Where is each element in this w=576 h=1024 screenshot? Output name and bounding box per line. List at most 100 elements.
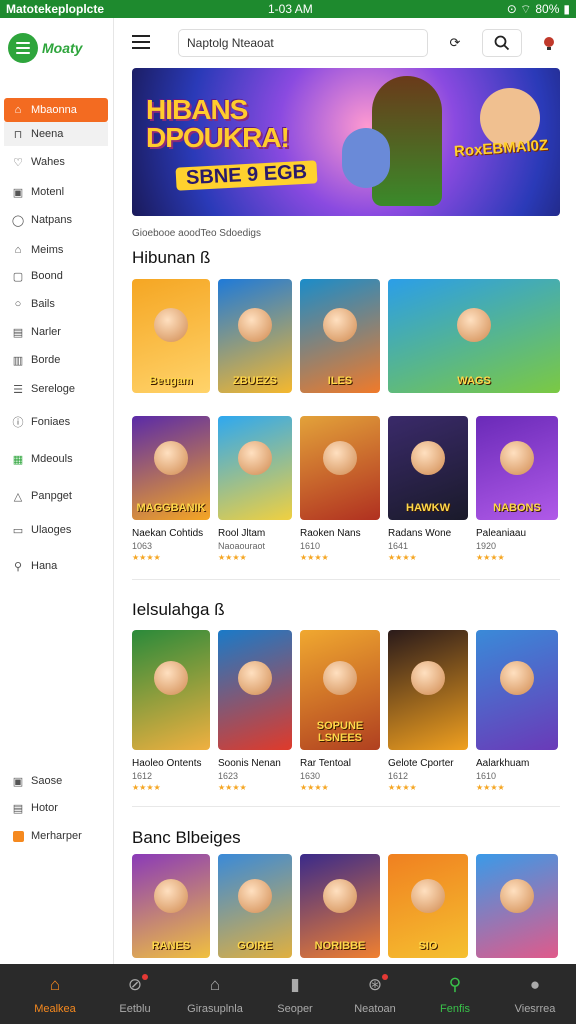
game-tile[interactable] bbox=[476, 854, 558, 958]
game-tile[interactable] bbox=[218, 416, 292, 520]
game-tile[interactable]: SOPUNE LSNEES bbox=[300, 630, 380, 750]
sidebar-item[interactable]: ▤ Narler bbox=[4, 320, 108, 344]
game-tile[interactable]: GOIRE bbox=[218, 854, 292, 958]
sidebar-item[interactable]: ▣ Motenl bbox=[4, 180, 108, 204]
game-tile[interactable]: Beugam bbox=[132, 279, 210, 393]
game-tile[interactable] bbox=[218, 630, 292, 750]
bottom-nav-label: Mealkea bbox=[34, 1003, 76, 1015]
sidebar-item[interactable]: ▤ Hotor bbox=[4, 796, 108, 820]
sidebar-item[interactable]: ☰ Sereloge bbox=[4, 377, 108, 401]
sidebar-item[interactable]: ▥ Borde bbox=[4, 348, 108, 372]
bottom-nav-item[interactable]: ⊘ Eetblu bbox=[94, 964, 176, 1024]
game-subtitle: 1610 bbox=[476, 771, 497, 781]
game-tile-label: ZBUEZS bbox=[233, 375, 277, 387]
game-tile-label: ILES bbox=[327, 375, 353, 387]
game-tile[interactable] bbox=[476, 630, 558, 750]
refresh-icon[interactable]: ⟳ bbox=[438, 29, 472, 57]
game-title[interactable]: Haoleo Ontents bbox=[132, 758, 202, 770]
home-icon: ⌂ bbox=[14, 104, 22, 116]
game-title[interactable]: Paleaniaau bbox=[476, 528, 526, 540]
game-tile-label: RANES bbox=[151, 940, 191, 952]
game-title[interactable]: Aalarkhuam bbox=[476, 758, 529, 770]
game-meta: Rool Jltam Naoaouraot ★★★★ bbox=[218, 528, 265, 564]
sidebar-item[interactable]: ▣ Saose bbox=[4, 769, 108, 793]
game-meta: Aalarkhuam 1610 ★★★★ bbox=[476, 758, 529, 794]
game-tile[interactable]: ILES bbox=[300, 279, 380, 393]
game-title[interactable]: Radans Wone bbox=[388, 528, 451, 540]
sidebar-item[interactable]: ⌂ Mbaonna bbox=[4, 98, 108, 122]
game-tile[interactable] bbox=[132, 630, 210, 750]
sidebar-item[interactable]: ◯ Natpans bbox=[4, 208, 108, 232]
game-meta: Soonis Nenan 1623 ★★★★ bbox=[218, 758, 281, 794]
document-icon: ▤ bbox=[12, 326, 24, 339]
sidebar: Moaty ⌂ Mbaonna ⊓ Neena ♡ Wahes ▣ Motenl ◯ Natpan… bbox=[0, 18, 114, 964]
game-tile[interactable]: WAGS bbox=[388, 279, 560, 393]
search-input[interactable]: Naptolg Nteaoat bbox=[178, 29, 428, 57]
rating-stars: ★★★★ bbox=[476, 553, 505, 562]
game-tile-label: SOPUNE LSNEES bbox=[316, 720, 364, 744]
rating-stars: ★★★★ bbox=[218, 553, 247, 562]
sidebar-item[interactable]: ⊓ Neena bbox=[4, 122, 108, 146]
search-icon[interactable] bbox=[482, 29, 522, 57]
game-tile[interactable]: NABONS bbox=[476, 416, 558, 520]
game-subtitle: 1063 bbox=[132, 541, 153, 551]
sidebar-item[interactable]: △ Panpget bbox=[4, 484, 108, 508]
bottom-nav-item[interactable]: ⚲ Fenfis bbox=[414, 964, 496, 1024]
sidebar-item-label: Ulaoges bbox=[31, 524, 72, 536]
section-title: Ielsulahga ß bbox=[132, 600, 225, 619]
rating-stars: ★★★★ bbox=[300, 553, 329, 562]
menu-icon[interactable] bbox=[132, 35, 150, 49]
sidebar-item[interactable]: ⚲ Hana bbox=[4, 554, 108, 578]
game-meta: Paleaniaau 1920 ★★★★ bbox=[476, 528, 526, 564]
character-art bbox=[238, 878, 272, 913]
sidebar-item[interactable]: ▭ Ulaoges bbox=[4, 518, 108, 542]
character-art bbox=[238, 440, 272, 475]
character-art bbox=[500, 440, 534, 475]
game-title[interactable]: Rar Tentoal bbox=[300, 758, 351, 770]
bottom-nav-label: Fenfis bbox=[440, 1003, 470, 1015]
game-title[interactable]: Rool Jltam bbox=[218, 528, 265, 540]
bottom-nav-item[interactable]: ⌂ Girasuplnla bbox=[174, 964, 256, 1024]
game-tile[interactable] bbox=[300, 416, 380, 520]
bottom-nav-item[interactable]: ● Viesrrea bbox=[494, 964, 576, 1024]
game-tile[interactable]: SIO bbox=[388, 854, 468, 958]
bottom-nav-item[interactable]: ⌂ Mealkea bbox=[14, 964, 96, 1024]
sidebar-item[interactable]: ▢ Boond bbox=[4, 264, 108, 288]
game-meta: Rar Tentoal 1630 ★★★★ bbox=[300, 758, 351, 794]
bottom-nav-label: Neatoan bbox=[354, 1003, 396, 1015]
sidebar-item-label: Borde bbox=[31, 354, 61, 366]
grid-icon: ▦ bbox=[12, 453, 24, 466]
sidebar-item[interactable]: Merharper bbox=[4, 824, 108, 848]
sidebar-item-label: Natpans bbox=[31, 214, 72, 226]
character-art bbox=[323, 878, 357, 913]
game-title[interactable]: Naekan Cohtids bbox=[132, 528, 203, 540]
featured-banner[interactable]: HIBANS DPOUKRA! SBNE 9 EGB RoxEBMAI0Z bbox=[132, 68, 560, 216]
character-art bbox=[154, 878, 188, 913]
sidebar-item[interactable]: ♡ Wahes bbox=[4, 150, 108, 174]
bottom-nav-item[interactable]: ▮ Seoper bbox=[254, 964, 336, 1024]
sidebar-item-label: Neena bbox=[31, 128, 64, 140]
logo-text: Moaty bbox=[42, 40, 83, 56]
banner-caption: Gioebooe aoodTeo Sdoedigs bbox=[132, 228, 261, 239]
app-logo[interactable]: Moaty bbox=[8, 28, 108, 68]
game-title[interactable]: Soonis Nenan bbox=[218, 758, 281, 770]
game-tile-label: HAWKW bbox=[406, 502, 450, 514]
game-tile[interactable]: HAWKW bbox=[388, 416, 468, 520]
sidebar-item[interactable]: ▦ Mdeouls bbox=[4, 447, 108, 471]
sidebar-item[interactable]: ○ Bails bbox=[4, 292, 108, 316]
game-tile[interactable] bbox=[388, 630, 468, 750]
character-art bbox=[154, 661, 188, 695]
game-subtitle: 1612 bbox=[132, 771, 153, 781]
rating-stars: ★★★★ bbox=[132, 783, 161, 792]
game-tile[interactable]: NORIBBE bbox=[300, 854, 380, 958]
triangle-icon: △ bbox=[13, 490, 23, 503]
game-tile[interactable]: RANES bbox=[132, 854, 210, 958]
game-tile[interactable]: MAGGBANIK bbox=[132, 416, 210, 520]
game-title[interactable]: Gelote Cporter bbox=[388, 758, 454, 770]
bottom-nav-item[interactable]: ⊛ Neatoan bbox=[334, 964, 416, 1024]
sidebar-item[interactable]: ⓘ Foniaes bbox=[4, 410, 108, 434]
notification-icon[interactable] bbox=[532, 29, 566, 57]
game-tile[interactable]: ZBUEZS bbox=[218, 279, 292, 393]
sidebar-item[interactable]: ⌂ Meims bbox=[4, 238, 108, 262]
game-title[interactable]: Raoken Nans bbox=[300, 528, 361, 540]
